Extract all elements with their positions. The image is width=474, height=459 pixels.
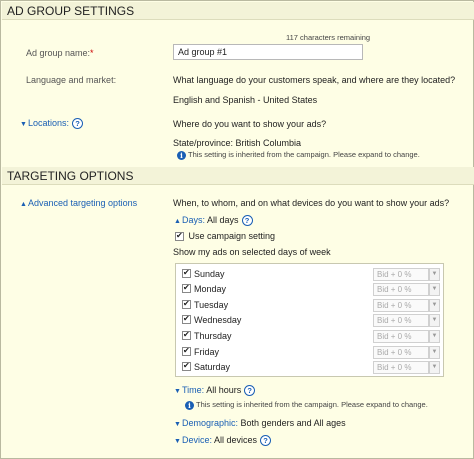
chevron-down-icon[interactable]: ▼: [429, 346, 440, 359]
info-icon: i: [185, 400, 194, 410]
time-link[interactable]: Time:: [182, 385, 204, 395]
language-market-question: What language do your customers speak, a…: [173, 75, 456, 85]
chevron-down-icon: ▼: [174, 388, 181, 395]
chevron-down-icon[interactable]: ▼: [429, 361, 440, 374]
chevron-down-icon[interactable]: ▼: [429, 314, 440, 327]
locations-question: Where do you want to show your ads?: [173, 119, 327, 129]
language-market-value: English and Spanish - United States: [173, 95, 318, 105]
device-value: All devices: [214, 435, 258, 445]
days-toggle[interactable]: ▲Days: All days?: [173, 215, 253, 227]
help-icon[interactable]: ?: [260, 435, 272, 447]
day-checkbox[interactable]: [182, 268, 191, 278]
day-name: Monday: [194, 284, 227, 294]
ad-group-name-label-text: Ad group name:: [26, 48, 91, 58]
chevron-up-icon: ▲: [20, 201, 27, 208]
day-row: Tuesday Bid + 0 % ▼: [176, 297, 443, 313]
bid-adjustment-field[interactable]: Bid + 0 %: [373, 346, 429, 359]
chevron-down-icon[interactable]: ▼: [429, 299, 440, 312]
locations-link[interactable]: Locations:: [28, 118, 69, 128]
demographic-toggle[interactable]: ▼Demographic: Both genders and All ages: [173, 418, 346, 428]
chevron-down-icon: ▼: [174, 438, 181, 445]
advanced-targeting-toggle[interactable]: ▲Advanced targeting options: [19, 198, 137, 208]
bid-adjustment-field[interactable]: Bid + 0 %: [373, 283, 429, 296]
locations-value: State/province: British Columbia: [173, 138, 302, 148]
day-checkbox[interactable]: [182, 283, 191, 293]
day-name: Saturday: [194, 362, 231, 372]
demographic-value: Both genders and All ages: [240, 418, 346, 428]
ad-group-name-input[interactable]: [173, 44, 363, 60]
day-row: Monday Bid + 0 % ▼: [176, 281, 443, 297]
chevron-up-icon: ▲: [174, 218, 181, 225]
day-checkbox[interactable]: [182, 361, 191, 371]
show-days-label: Show my ads on selected days of week: [173, 247, 331, 257]
device-toggle[interactable]: ▼Device: All devices?: [173, 435, 272, 447]
days-link[interactable]: Days:: [182, 215, 205, 225]
time-inherited-note: i This setting is inherited from the camp…: [185, 400, 428, 410]
characters-remaining: 117 characters remaining: [286, 33, 371, 42]
ad-group-name-label: Ad group name:*: [26, 48, 94, 58]
help-icon[interactable]: ?: [72, 118, 84, 130]
chevron-down-icon[interactable]: ▼: [429, 283, 440, 296]
day-name: Sunday: [194, 269, 225, 279]
day-name: Tuesday: [194, 300, 229, 310]
demographic-link[interactable]: Demographic:: [182, 418, 238, 428]
info-icon: i: [177, 150, 186, 160]
bid-adjustment-field[interactable]: Bid + 0 %: [373, 299, 429, 312]
locations-inherited-note: i This setting is inherited from the camp…: [177, 150, 420, 160]
required-marker: *: [90, 48, 94, 58]
locations-toggle[interactable]: ▼Locations:?: [19, 118, 84, 130]
bid-adjustment-field[interactable]: Bid + 0 %: [373, 330, 429, 343]
day-checkbox[interactable]: [182, 299, 191, 309]
day-checkbox[interactable]: [182, 330, 191, 340]
day-row: Friday Bid + 0 % ▼: [176, 344, 443, 360]
bid-adjustment-field[interactable]: Bid + 0 %: [373, 314, 429, 327]
language-market-label: Language and market:: [26, 75, 117, 85]
bid-adjustment-field[interactable]: Bid + 0 %: [373, 268, 429, 281]
ad-group-settings-header: AD GROUP SETTINGS: [2, 2, 474, 20]
bid-adjustment-field[interactable]: Bid + 0 %: [373, 361, 429, 374]
day-checkbox[interactable]: [182, 314, 191, 324]
device-link[interactable]: Device:: [182, 435, 212, 445]
help-icon[interactable]: ?: [241, 215, 253, 227]
chevron-down-icon[interactable]: ▼: [429, 330, 440, 343]
days-of-week-list: Sunday Bid + 0 % ▼ Monday Bid + 0 % ▼ Tu…: [175, 263, 444, 377]
help-icon[interactable]: ?: [244, 385, 256, 397]
day-row: Thursday Bid + 0 % ▼: [176, 328, 443, 344]
days-value: All days: [207, 215, 239, 225]
settings-panel: AD GROUP SETTINGS 117 characters remaini…: [0, 0, 474, 459]
day-row: Wednesday Bid + 0 % ▼: [176, 312, 443, 328]
chevron-down-icon[interactable]: ▼: [429, 268, 440, 281]
use-campaign-label: Use campaign setting: [188, 231, 276, 241]
chevron-down-icon: ▼: [20, 121, 27, 128]
use-campaign-setting[interactable]: Use campaign setting: [175, 231, 276, 242]
targeting-options-header: TARGETING OPTIONS: [2, 167, 474, 185]
day-checkbox[interactable]: [182, 346, 191, 356]
day-name: Thursday: [194, 331, 232, 341]
day-name: Wednesday: [194, 315, 242, 325]
advanced-targeting-link[interactable]: Advanced targeting options: [28, 198, 137, 208]
day-row: Sunday Bid + 0 % ▼: [176, 266, 443, 282]
chevron-down-icon: ▼: [174, 421, 181, 428]
targeting-question: When, to whom, and on what devices do yo…: [173, 198, 450, 208]
day-name: Friday: [194, 347, 220, 357]
locations-note-text: This setting is inherited from the campa…: [188, 150, 420, 159]
day-row: Saturday Bid + 0 % ▼: [176, 359, 443, 375]
time-value: All hours: [206, 385, 242, 395]
time-note-text: This setting is inherited from the campa…: [196, 400, 428, 409]
time-toggle[interactable]: ▼Time: All hours?: [173, 385, 256, 397]
use-campaign-checkbox[interactable]: [175, 231, 184, 242]
